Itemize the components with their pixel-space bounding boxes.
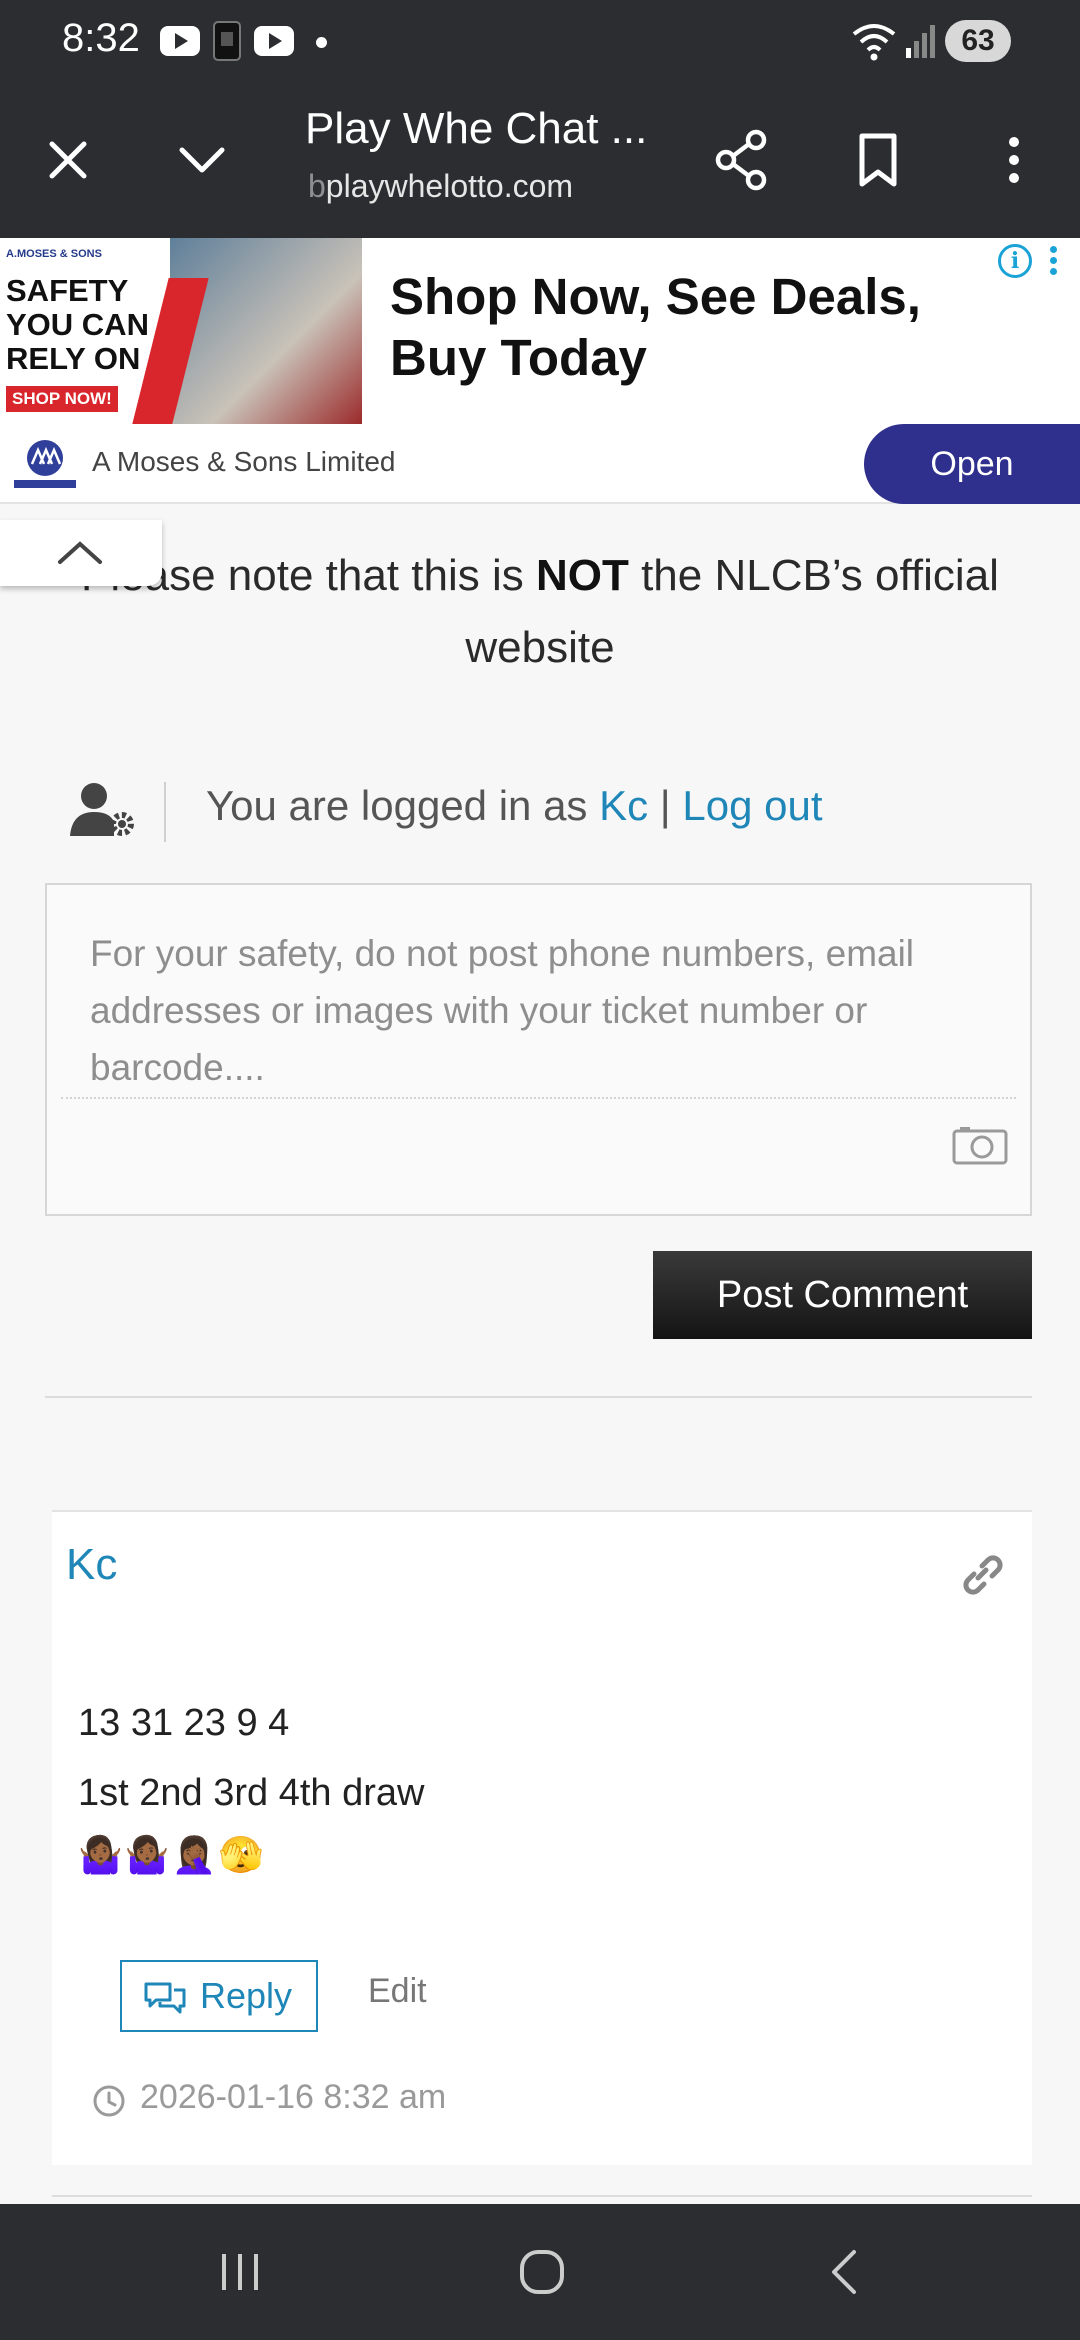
bookmark-icon[interactable]: [840, 122, 916, 198]
comment-emoji: 🤷🏾‍♀️🤷🏾‍♀️🤦🏾‍♀️🫣: [78, 1835, 266, 1876]
reply-icon: [144, 1982, 186, 2014]
comment-date: 2026-01-16 8:32 am: [140, 2078, 447, 2116]
username-link[interactable]: Kc: [599, 782, 648, 829]
close-icon[interactable]: [30, 122, 106, 198]
youtube-icon: [160, 26, 200, 56]
post-comment-button[interactable]: Post Comment: [653, 1251, 1032, 1339]
ad-headline[interactable]: Shop Now, See Deals, Buy Today: [390, 266, 1010, 388]
logout-link[interactable]: Log out: [682, 782, 822, 829]
divider: [164, 782, 166, 842]
login-text: You are logged in as Kc | Log out: [206, 782, 823, 830]
battery-icon: 63: [945, 20, 1011, 62]
edit-link[interactable]: Edit: [368, 1972, 427, 2011]
wifi-icon: [852, 24, 896, 61]
user-settings-icon: [70, 783, 134, 836]
company-logo: [14, 440, 76, 488]
clock-icon: [93, 2085, 125, 2117]
ad-banner[interactable]: A.MOSES & SONS SAFETY YOU CAN RELY ON SH…: [0, 238, 1080, 504]
recents-icon[interactable]: [208, 2240, 272, 2304]
site-notice: Please note that this is NOT the NLCB’s …: [60, 540, 1020, 684]
ad-image-cta: SHOP NOW!: [6, 386, 118, 412]
divider: [61, 1097, 1016, 1099]
ad-photo: [170, 238, 362, 424]
notice-text-bold: NOT: [535, 551, 629, 600]
ad-open-button[interactable]: Open: [864, 424, 1080, 504]
ad-image[interactable]: A.MOSES & SONS SAFETY YOU CAN RELY ON SH…: [0, 238, 362, 424]
comment-card: Kc 13 31 23 9 4 1st 2nd 3rd 4th draw 🤷🏾‍…: [52, 1510, 1032, 2165]
camera-icon[interactable]: [952, 1125, 1008, 1165]
login-separator: |: [648, 782, 683, 829]
ad-image-headline: SAFETY YOU CAN RELY ON: [6, 273, 149, 376]
divider: [45, 1396, 1032, 1398]
login-prefix: You are logged in as: [206, 782, 600, 829]
divider: [52, 2195, 1032, 2197]
chevron-up-icon: [58, 541, 102, 564]
comment-line: 1st 2nd 3rd 4th draw: [78, 1772, 425, 1814]
system-nav-bar: [0, 2204, 1080, 2340]
info-icon[interactable]: i: [998, 244, 1032, 278]
ad-more-icon[interactable]: [1050, 246, 1058, 276]
url-bar[interactable]: bplaywhelotto.com: [308, 168, 573, 205]
reply-label: Reply: [200, 1975, 293, 2016]
comment-textarea[interactable]: For your safety, do not post phone numbe…: [45, 883, 1032, 1216]
status-time: 8:32: [62, 16, 140, 60]
chevron-down-icon[interactable]: [164, 122, 240, 198]
ad-company: A Moses & Sons Limited: [92, 446, 396, 477]
url-prefix: b: [308, 168, 326, 204]
more-vert-icon[interactable]: [976, 122, 1052, 198]
sim-card-icon: [213, 21, 241, 61]
notification-dot: [316, 37, 327, 48]
comment-author[interactable]: Kc: [66, 1540, 117, 1590]
signal-icon: [906, 25, 935, 58]
comment-placeholder: For your safety, do not post phone numbe…: [90, 933, 915, 1088]
back-icon[interactable]: [814, 2240, 878, 2304]
comment-line: 13 31 23 9 4: [78, 1702, 290, 1744]
status-bar: 8:32 63: [0, 0, 1080, 82]
link-icon[interactable]: [960, 1552, 1004, 1596]
ad-image-brand: A.MOSES & SONS: [6, 248, 102, 260]
page-title[interactable]: Play Whe Chat ...: [305, 104, 647, 154]
login-status: You are logged in as Kc | Log out: [70, 772, 1030, 842]
reply-button[interactable]: Reply: [120, 1960, 318, 2032]
ad-collapse-button[interactable]: [0, 520, 162, 586]
share-icon[interactable]: [704, 122, 780, 198]
browser-toolbar: Play Whe Chat ... bplaywhelotto.com: [0, 82, 1080, 238]
youtube-icon: [254, 26, 294, 56]
home-icon[interactable]: [510, 2240, 574, 2304]
url-text: playwhelotto.com: [325, 168, 574, 204]
